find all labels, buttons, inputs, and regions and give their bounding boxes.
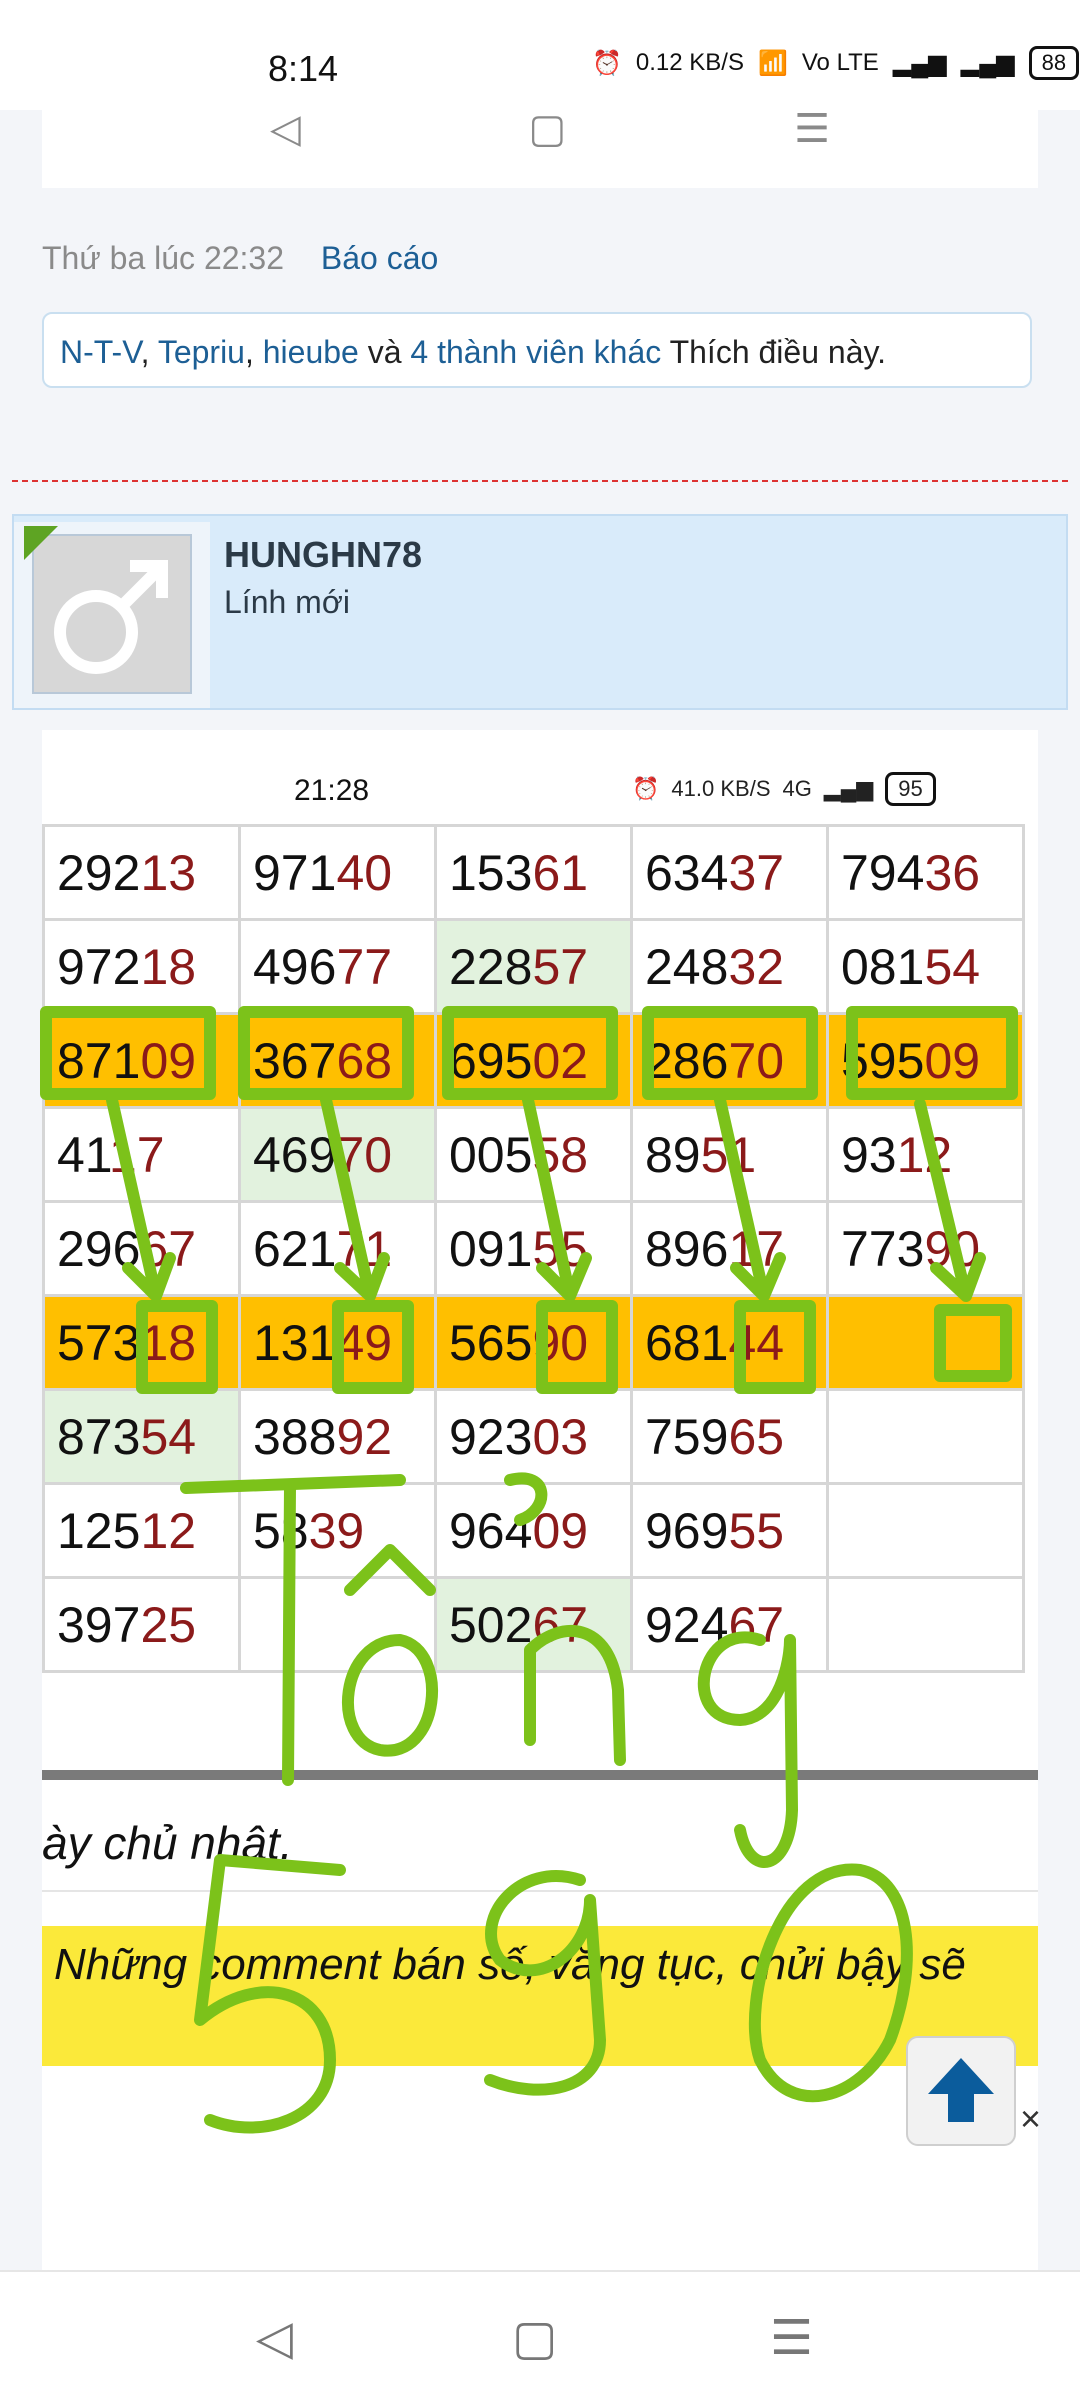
nav-menu-button[interactable]: ☰ xyxy=(770,2310,813,2366)
system-nav-bar: ◁ ▢ ☰ xyxy=(0,2270,1080,2402)
highlight-box xyxy=(442,1006,618,1100)
arrow-up-icon xyxy=(928,2058,994,2122)
scroll-top-button[interactable] xyxy=(906,2036,1016,2146)
close-icon[interactable]: × xyxy=(1020,2098,1041,2140)
highlight-box xyxy=(40,1006,216,1100)
highlight-box xyxy=(642,1006,818,1100)
highlight-box xyxy=(846,1006,1018,1100)
nav-home-button[interactable]: ▢ xyxy=(512,2310,557,2366)
highlight-box xyxy=(238,1006,414,1100)
nav-back-button[interactable]: ◁ xyxy=(256,2310,293,2366)
